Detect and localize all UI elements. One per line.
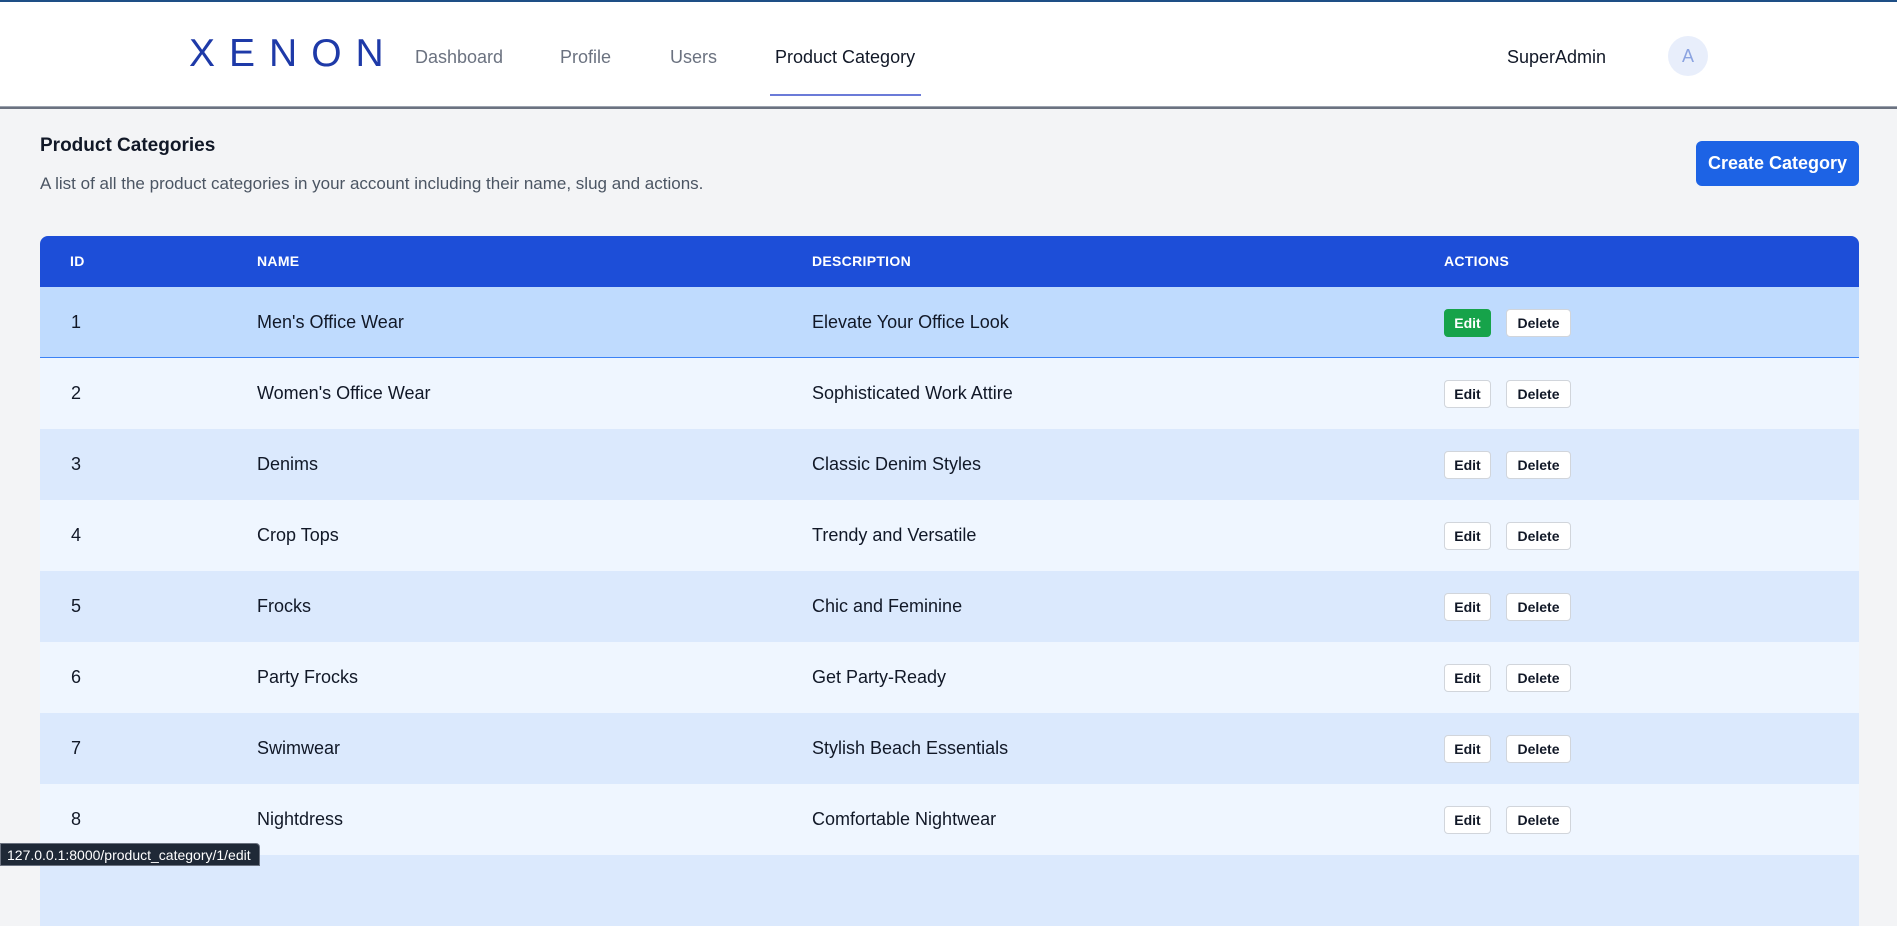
categories-table: ID NAME DESCRIPTION ACTIONS 1 Men's Offi… (40, 236, 1859, 926)
table-row: 6 Party Frocks Get Party-Ready Edit Dele… (40, 642, 1859, 713)
cell-description: Sophisticated Work Attire (812, 383, 1013, 403)
table-row: 5 Frocks Chic and Feminine Edit Delete (40, 571, 1859, 642)
table-row: 1 Men's Office Wear Elevate Your Office … (40, 287, 1859, 358)
cell-name: Nightdress (257, 809, 344, 829)
cell-name: Crop Tops (257, 525, 339, 545)
table-row: 8 Nightdress Comfortable Nightwear Edit … (40, 784, 1859, 855)
delete-button[interactable]: Delete (1506, 380, 1571, 408)
cell-description: Comfortable Nightwear (812, 809, 997, 829)
edit-button[interactable]: Edit (1444, 664, 1491, 692)
delete-button[interactable]: Delete (1506, 664, 1571, 692)
status-bar-url: 127.0.0.1:8000/product_category/1/edit (0, 843, 260, 866)
edit-button[interactable]: Edit (1444, 380, 1491, 408)
column-header-description: DESCRIPTION (812, 253, 911, 269)
cell-id: 6 (71, 667, 82, 687)
delete-button[interactable]: Delete (1506, 522, 1571, 550)
nav-users[interactable]: Users (670, 47, 717, 68)
cell-name: Frocks (257, 596, 311, 616)
table-row: 3 Denims Classic Denim Styles Edit Delet… (40, 429, 1859, 500)
cell-description: Stylish Beach Essentials (812, 738, 1009, 758)
column-header-id: ID (70, 253, 85, 269)
cell-id: 4 (71, 525, 82, 545)
cell-description: Trendy and Versatile (812, 525, 977, 545)
create-category-button[interactable]: Create Category (1696, 141, 1859, 186)
cell-id: 8 (71, 809, 82, 829)
cell-id: 3 (71, 454, 82, 474)
user-menu-name[interactable]: SuperAdmin (1507, 47, 1606, 68)
avatar[interactable]: A (1668, 36, 1708, 76)
table-row: 4 Crop Tops Trendy and Versatile Edit De… (40, 500, 1859, 571)
cell-name: Party Frocks (257, 667, 359, 687)
nav-dashboard[interactable]: Dashboard (415, 47, 503, 68)
delete-button[interactable]: Delete (1506, 309, 1571, 337)
edit-button[interactable]: Edit (1444, 735, 1491, 763)
nav-product-category[interactable]: Product Category (775, 47, 915, 68)
edit-button[interactable]: Edit (1444, 451, 1491, 479)
cell-id: 5 (71, 596, 82, 616)
cell-name: Denims (257, 454, 319, 474)
active-nav-indicator (770, 94, 921, 96)
nav-profile[interactable]: Profile (560, 47, 611, 68)
edit-button[interactable]: Edit (1444, 522, 1491, 550)
cell-name: Men's Office Wear (257, 312, 404, 332)
edit-button[interactable]: Edit (1444, 806, 1491, 834)
column-header-actions: ACTIONS (1444, 253, 1510, 269)
delete-button[interactable]: Delete (1506, 806, 1571, 834)
cell-id: 1 (71, 312, 82, 332)
cell-description: Elevate Your Office Look (812, 312, 1009, 332)
top-navbar: XENON Dashboard Profile Users Product Ca… (0, 0, 1897, 107)
column-header-name: NAME (257, 253, 300, 269)
page-title: Product Categories (40, 135, 216, 156)
cell-id: 7 (71, 738, 82, 758)
delete-button[interactable]: Delete (1506, 593, 1571, 621)
table-row: 2 Women's Office Wear Sophisticated Work… (40, 358, 1859, 429)
table-row: 7 Swimwear Stylish Beach Essentials Edit… (40, 713, 1859, 784)
cell-description: Classic Denim Styles (812, 454, 982, 474)
logo[interactable]: XENON (189, 32, 398, 76)
delete-button[interactable]: Delete (1506, 735, 1571, 763)
cell-name: Women's Office Wear (257, 383, 431, 403)
edit-button[interactable]: Edit (1444, 593, 1491, 621)
table-header: ID NAME DESCRIPTION ACTIONS (40, 236, 1859, 287)
delete-button[interactable]: Delete (1506, 451, 1571, 479)
cell-id: 2 (71, 383, 82, 403)
cell-description: Get Party-Ready (812, 667, 947, 687)
page-subtitle: A list of all the product categories in … (40, 174, 704, 193)
edit-button[interactable]: Edit (1444, 309, 1491, 337)
cell-name: Swimwear (257, 738, 341, 758)
cell-description: Chic and Feminine (812, 596, 963, 616)
